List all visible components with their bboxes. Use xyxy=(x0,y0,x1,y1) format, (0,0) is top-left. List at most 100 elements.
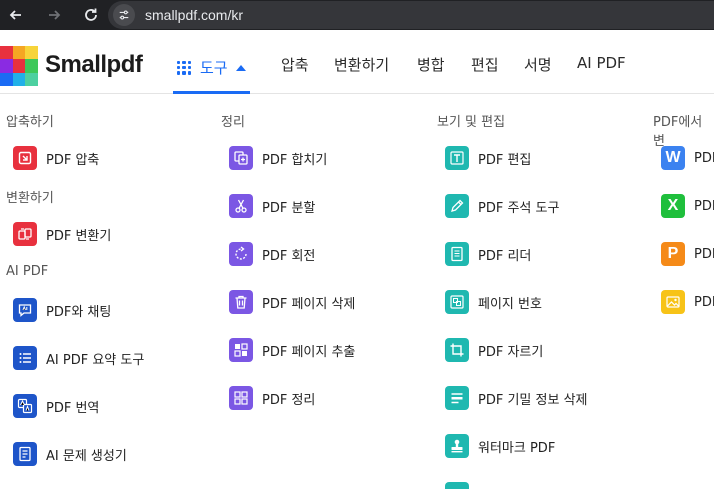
page-number-icon xyxy=(445,290,469,314)
crop-icon xyxy=(445,338,469,362)
section-heading-ai: AI PDF xyxy=(6,264,49,279)
tool-label: PDF와 채팅 xyxy=(46,304,112,320)
tool-label: PDF xyxy=(694,246,714,262)
chat-icon xyxy=(13,298,37,322)
scissors-icon xyxy=(229,194,253,218)
section-heading-organize: 정리 xyxy=(221,115,245,130)
tool-pdf-to-word[interactable]: W PDF xyxy=(661,144,714,172)
caret-up-icon xyxy=(235,64,246,71)
tool-label: PDF 리더 xyxy=(478,248,532,264)
nav-convert[interactable]: 변환하기 xyxy=(334,54,389,75)
browser-toolbar: smallpdf.com/kr xyxy=(0,0,714,30)
tool-pdf-converter[interactable]: PDF 변환기 xyxy=(13,220,111,248)
tools-menu-button[interactable]: 도구 xyxy=(173,44,250,94)
tool-chat-pdf[interactable]: PDF와 채팅 xyxy=(13,296,111,324)
summary-list-icon xyxy=(13,346,37,370)
tool-label: PDF xyxy=(694,150,714,166)
nav-merge[interactable]: 병합 xyxy=(417,54,445,75)
tool-annotate-pdf[interactable]: PDF 주석 도구 xyxy=(445,192,559,220)
apps-grid-icon xyxy=(177,60,191,75)
tool-label: PDF 압축 xyxy=(46,152,100,168)
tool-compress-pdf[interactable]: PDF 압축 xyxy=(13,144,99,172)
tool-redact-pdf[interactable]: PDF 기밀 정보 삭제 xyxy=(445,384,587,412)
tool-split-pdf[interactable]: PDF 분할 xyxy=(229,192,315,220)
tool-label: PDF 자르기 xyxy=(478,344,544,360)
section-heading-convert: 변환하기 xyxy=(6,191,54,206)
tool-label: PDF 변환기 xyxy=(46,228,112,244)
url-text: smallpdf.com/kr xyxy=(145,7,244,23)
tool-label: PDF 페이지 삭제 xyxy=(262,296,356,312)
tool-pdf-reader[interactable]: PDF 리더 xyxy=(445,240,531,268)
text-edit-icon xyxy=(445,146,469,170)
nav-compress[interactable]: 압축 xyxy=(281,54,309,75)
tool-label: AI PDF 요약 도구 xyxy=(46,352,145,368)
compress-icon xyxy=(13,146,37,170)
trash-icon xyxy=(229,290,253,314)
forward-arrow-icon[interactable] xyxy=(44,5,64,25)
tool-crop-pdf[interactable]: PDF 자르기 xyxy=(445,336,543,364)
tool-label: PDF 정리 xyxy=(262,392,316,408)
tool-delete-pages[interactable]: PDF 페이지 삭제 xyxy=(229,288,355,316)
smallpdf-logo-icon[interactable] xyxy=(0,46,38,86)
tool-page-numbers[interactable]: 페이지 번호 xyxy=(445,288,542,316)
tool-label: PDF 편집 xyxy=(478,152,532,168)
tool-translate-pdf[interactable]: PDF 번역 xyxy=(13,392,99,420)
tool-label: PDF 회전 xyxy=(262,248,316,264)
tool-label: 워터마크 PDF xyxy=(478,440,556,456)
tool-label: 페이지 번호 xyxy=(478,296,542,312)
nav-ai-pdf[interactable]: AI PDF xyxy=(577,54,626,72)
reload-icon[interactable] xyxy=(81,5,101,25)
tools-menu-label: 도구 xyxy=(200,59,228,77)
image-icon xyxy=(661,290,685,314)
tool-label: PDF 주석 도구 xyxy=(478,200,560,216)
document-icon xyxy=(445,482,469,489)
excel-letter: X xyxy=(667,197,679,214)
tool-label: PDF 기밀 정보 삭제 xyxy=(478,392,588,408)
organize-grid-icon xyxy=(229,386,253,410)
tool-label: PDF 번역 xyxy=(46,400,100,416)
question-generator-icon xyxy=(13,442,37,466)
ppt-letter: P xyxy=(667,245,679,262)
brand-name[interactable]: Smallpdf xyxy=(45,51,143,79)
tool-pdf-to-image[interactable]: PDF xyxy=(661,288,714,316)
tool-label: AI 문제 생성기 xyxy=(46,448,127,464)
tool-organize-pdf[interactable]: PDF 정리 xyxy=(229,384,315,412)
convert-icon xyxy=(13,222,37,246)
nav-edit[interactable]: 편집 xyxy=(471,54,499,75)
tool-next-partial[interactable] xyxy=(445,480,469,489)
excel-icon: X xyxy=(661,194,685,218)
tool-ai-summary[interactable]: AI PDF 요약 도구 xyxy=(13,344,144,372)
tools-dropdown-panel: 압축하기 PDF 압축 변환하기 PDF 변환기 AI PDF PDF와 채팅 … xyxy=(0,95,714,489)
tool-pdf-to-ppt[interactable]: P PDF xyxy=(661,240,714,268)
reader-icon xyxy=(445,242,469,266)
translate-icon xyxy=(13,394,37,418)
tool-label: PDF xyxy=(694,294,714,310)
tool-label: PDF xyxy=(694,198,714,214)
nav-sign[interactable]: 서명 xyxy=(524,54,552,75)
tool-edit-pdf[interactable]: PDF 편집 xyxy=(445,144,531,172)
tool-extract-pages[interactable]: PDF 페이지 추출 xyxy=(229,336,355,364)
back-arrow-icon[interactable] xyxy=(6,5,26,25)
section-heading-compress: 압축하기 xyxy=(6,115,54,130)
address-bar[interactable]: smallpdf.com/kr xyxy=(108,1,714,29)
site-header: Smallpdf 도구 압축 변환하기 병합 편집 서명 AI PDF xyxy=(0,30,714,94)
tool-rotate-pdf[interactable]: PDF 회전 xyxy=(229,240,315,268)
tool-merge-pdf[interactable]: PDF 합치기 xyxy=(229,144,327,172)
redact-icon xyxy=(445,386,469,410)
stamp-icon xyxy=(445,434,469,458)
tool-label: PDF 페이지 추출 xyxy=(262,344,356,360)
tool-label: PDF 합치기 xyxy=(262,152,328,168)
rotate-icon xyxy=(229,242,253,266)
tool-pdf-to-excel[interactable]: X PDF xyxy=(661,192,714,220)
ppt-icon: P xyxy=(661,242,685,266)
extract-pages-icon xyxy=(229,338,253,362)
tool-label: PDF 분할 xyxy=(262,200,316,216)
word-icon: W xyxy=(661,146,685,170)
pen-icon xyxy=(445,194,469,218)
merge-icon xyxy=(229,146,253,170)
tool-ai-question-generator[interactable]: AI 문제 생성기 xyxy=(13,440,127,468)
tool-watermark-pdf[interactable]: 워터마크 PDF xyxy=(445,432,555,460)
site-info-icon[interactable] xyxy=(113,4,135,26)
word-letter: W xyxy=(665,149,681,166)
section-heading-view-edit: 보기 및 편집 xyxy=(437,115,506,130)
